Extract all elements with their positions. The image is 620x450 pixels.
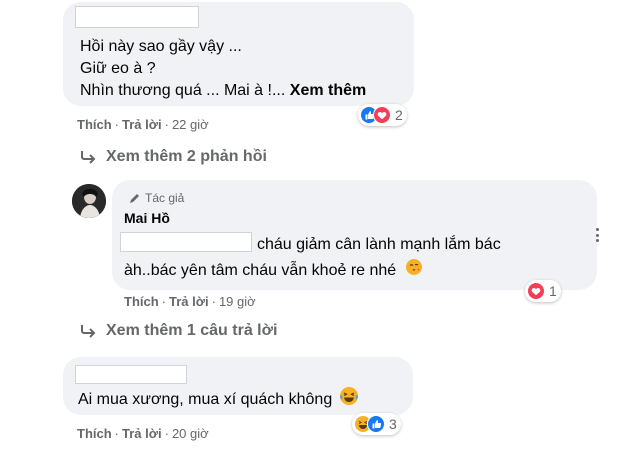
reply-bubble: Tác giả Mai Hồ cháu giảm cân lành mạnh l…: [112, 180, 597, 290]
reaction-summary-1[interactable]: 2: [358, 104, 407, 126]
comment-1-line-2: Giữ eo à ?: [80, 60, 156, 77]
laughing-tears-icon: [339, 386, 359, 414]
author-badge: Tác giả: [129, 191, 184, 205]
timestamp[interactable]: 22 giờ: [172, 117, 209, 132]
comment-1-actions: Thích · Trả lời · 22 giờ: [77, 117, 209, 132]
comment-2-actions: Thích · Trả lời · 20 giờ: [77, 426, 209, 441]
redacted-name-box: [75, 6, 199, 28]
more-options-button[interactable]: [596, 228, 599, 242]
author-badge-label: Tác giả: [145, 191, 185, 205]
see-more-link[interactable]: Xem thêm: [290, 82, 366, 99]
comment-bubble-1: Hồi này sao gầy vậy ... Giữ eo à ? Nhìn …: [63, 2, 414, 106]
reply-arrow-icon: [81, 151, 96, 164]
redacted-name-box: [75, 365, 187, 384]
comment-bubble-2: Ai mua xương, mua xí quách không: [63, 357, 413, 415]
reaction-count-reply: 1: [549, 283, 557, 299]
timestamp[interactable]: 20 giờ: [172, 426, 209, 441]
reply-arrow-icon: [81, 325, 96, 338]
reply-actions: Thích · Trả lời · 19 giờ: [124, 294, 256, 309]
reaction-count-1: 2: [395, 107, 403, 123]
comment-1-line-1: Hồi này sao gầy vậy ...: [80, 38, 242, 55]
like-link[interactable]: Thích: [77, 117, 112, 132]
avatar[interactable]: [72, 184, 106, 218]
comment-2-text: Ai mua xương, mua xí quách không: [78, 391, 333, 409]
author-name[interactable]: Mai Hồ: [124, 210, 170, 226]
comment-1-line-3: Nhìn thương quá ... Mai à !... Xem thêm: [80, 79, 366, 103]
reply-link[interactable]: Trả lời: [122, 426, 162, 441]
comment-1-line-3-text: Nhìn thương quá ... Mai à !...: [80, 82, 286, 99]
view-more-replies-1-label: Xem thêm 2 phản hồi: [106, 148, 267, 165]
reply-link[interactable]: Trả lời: [122, 117, 162, 132]
view-more-replies-2[interactable]: Xem thêm 1 câu trả lời: [80, 322, 277, 340]
timestamp[interactable]: 19 giờ: [219, 294, 256, 309]
love-icon: [527, 282, 545, 300]
redacted-name-box: [120, 232, 252, 252]
reply-line-2-text: àh..bác yên tâm cháu vẫn khoẻ re nhé: [124, 262, 397, 280]
reply-line-2: àh..bác yên tâm cháu vẫn khoẻ re nhé: [124, 258, 423, 284]
reply-line-1: cháu giảm cân lành mạnh lắm bác: [257, 236, 501, 253]
love-icon: [373, 106, 391, 124]
like-link[interactable]: Thích: [124, 294, 159, 309]
face-blowing-kiss-icon: [405, 258, 423, 284]
reaction-summary-reply[interactable]: 1: [525, 280, 561, 302]
view-more-replies-1[interactable]: Xem thêm 2 phản hồi: [80, 148, 267, 166]
like-icon: [367, 415, 385, 433]
comment-2-text-line: Ai mua xương, mua xí quách không: [78, 386, 359, 414]
view-more-replies-2-label: Xem thêm 1 câu trả lời: [106, 322, 278, 339]
reply-link[interactable]: Trả lời: [169, 294, 209, 309]
reaction-summary-2[interactable]: 3: [352, 413, 401, 435]
reaction-count-2: 3: [389, 416, 397, 432]
pencil-icon: [130, 194, 139, 203]
like-link[interactable]: Thích: [77, 426, 112, 441]
